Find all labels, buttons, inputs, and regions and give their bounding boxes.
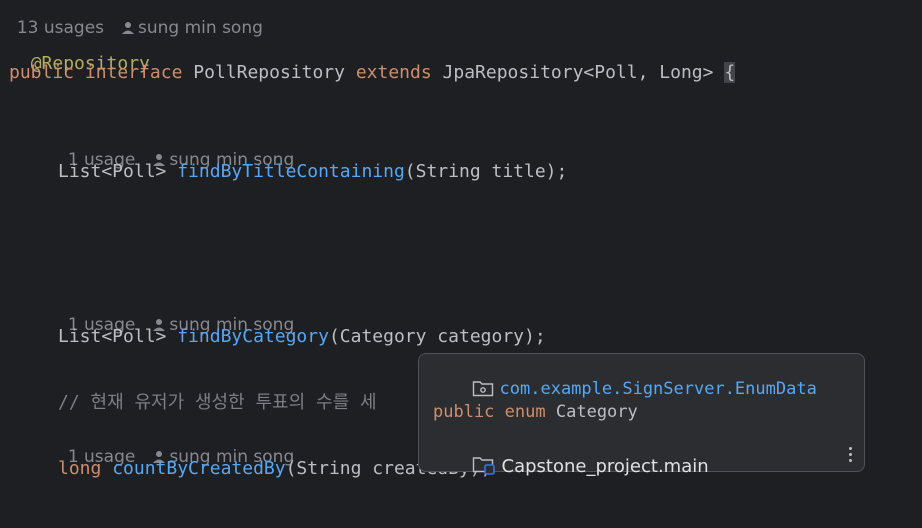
method-name[interactable]: findByCategory <box>177 326 329 347</box>
method-params: (String title); <box>404 161 568 182</box>
package-link[interactable]: com.example.SignServer.EnumData <box>500 379 817 399</box>
popup-module-row[interactable]: Capstone_project.main <box>433 436 709 496</box>
popup-declaration: public enum Category <box>433 402 638 422</box>
keyword-enum: enum <box>504 402 546 422</box>
return-type: List<Poll> <box>58 326 167 347</box>
type-name: Category <box>555 402 638 422</box>
open-brace[interactable]: { <box>724 62 736 83</box>
keyword-interface: interface <box>84 62 183 83</box>
type-info-popup[interactable]: com.example.SignServer.EnumData public e… <box>418 353 865 477</box>
package-icon <box>472 381 493 397</box>
keyword-extends: extends <box>355 62 432 83</box>
author-name: sung min song <box>138 18 263 38</box>
keyword-long: long <box>58 458 102 479</box>
module-folder-icon <box>472 457 495 475</box>
interface-name[interactable]: PollRepository <box>193 62 345 83</box>
method-find-by-category[interactable]: List<Poll> findByCategory(Category categ… <box>58 325 546 349</box>
return-type: List<Poll> <box>58 161 167 182</box>
keyword-public: public <box>9 62 75 83</box>
method-name[interactable]: findByTitleContaining <box>177 161 405 182</box>
code-comment: // 현재 유저가 생성한 투표의 수를 세 <box>58 392 377 413</box>
method-name[interactable]: countByCreatedBy <box>112 458 285 479</box>
parent-type[interactable]: JpaRepository<Poll, Long> <box>443 62 714 83</box>
keyword-public: public <box>433 402 495 422</box>
more-options-icon[interactable] <box>848 447 854 467</box>
method-params: (Category category); <box>328 326 546 347</box>
method-find-by-title[interactable]: List<Poll> findByTitleContaining(String … <box>58 160 567 184</box>
interface-declaration[interactable]: public interface PollRepository extends … <box>9 61 736 85</box>
module-name: Capstone_project.main <box>501 456 709 477</box>
